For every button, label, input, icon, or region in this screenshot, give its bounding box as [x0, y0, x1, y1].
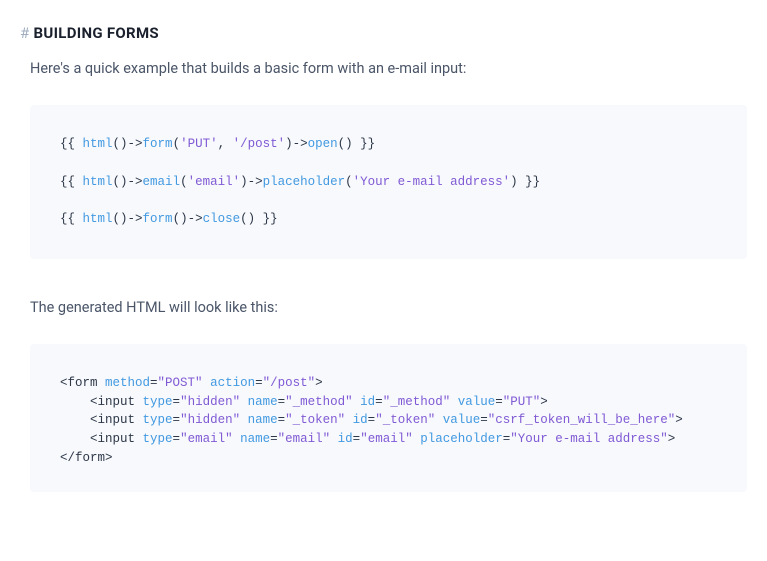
outro-paragraph: The generated HTML will look like this: — [30, 299, 747, 316]
intro-paragraph: Here's a quick example that builds a bas… — [30, 60, 747, 77]
heading-text: BUILDING FORMS — [34, 24, 159, 42]
section-heading: #BUILDING FORMS — [20, 24, 747, 42]
anchor-hash[interactable]: # — [20, 24, 30, 42]
code-block-blade: {{ html()->form('PUT', '/post')->open() … — [30, 105, 747, 259]
code-block-html: <form method="POST" action="/post"> <inp… — [30, 344, 747, 492]
